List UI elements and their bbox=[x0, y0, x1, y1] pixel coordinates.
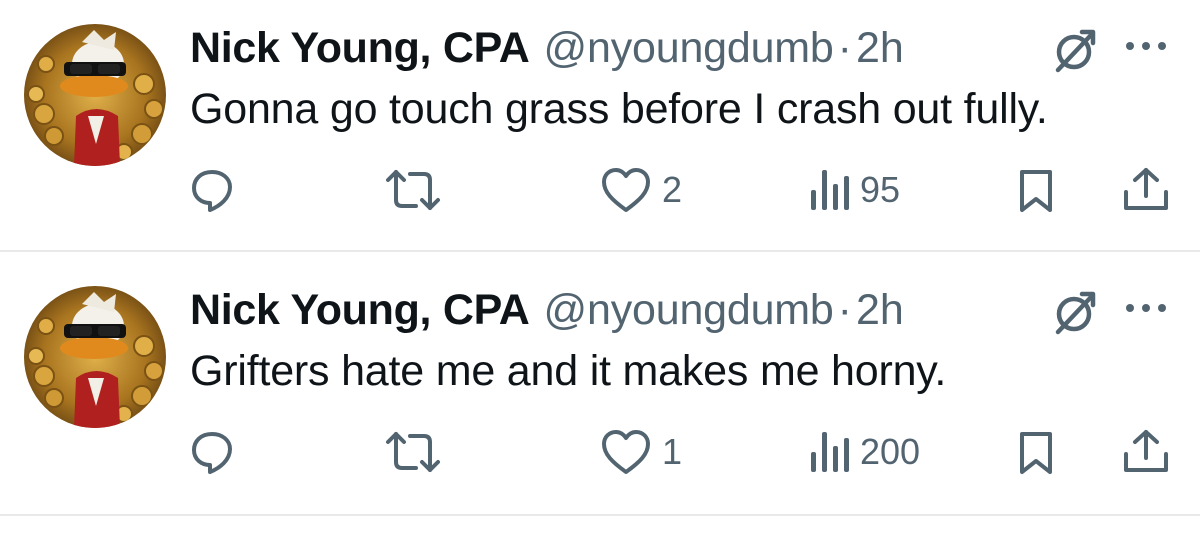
views-button[interactable]: 95 bbox=[808, 165, 900, 215]
grok-icon[interactable] bbox=[1048, 24, 1100, 76]
avatar[interactable] bbox=[24, 286, 166, 428]
bookmark-button[interactable] bbox=[1012, 427, 1060, 477]
repost-button[interactable] bbox=[384, 165, 442, 215]
reply-button[interactable] bbox=[188, 427, 236, 477]
view-count: 200 bbox=[860, 431, 921, 472]
reply-icon bbox=[188, 428, 236, 476]
share-button[interactable] bbox=[1120, 165, 1172, 215]
avatar[interactable] bbox=[24, 24, 166, 166]
share-icon bbox=[1120, 428, 1172, 476]
bookmark-icon bbox=[1012, 428, 1060, 476]
more-icon[interactable] bbox=[1120, 298, 1172, 318]
author-name[interactable]: Nick Young, CPA bbox=[190, 286, 530, 334]
more-icon[interactable] bbox=[1120, 36, 1172, 56]
repost-button[interactable] bbox=[384, 427, 442, 477]
views-icon bbox=[808, 428, 850, 476]
repost-icon bbox=[384, 428, 442, 476]
author-name[interactable]: Nick Young, CPA bbox=[190, 24, 530, 72]
separator-dot: · bbox=[837, 286, 852, 334]
like-count: 2 bbox=[662, 169, 683, 210]
tweet[interactable]: Nick Young, CPA @nyoungdumb·2h Gonna go t… bbox=[0, 0, 1200, 262]
grok-icon[interactable] bbox=[1048, 286, 1100, 338]
tweet-header: Nick Young, CPA @nyoungdumb·2h bbox=[190, 20, 904, 76]
tweet-text: Grifters hate me and it makes me horny. bbox=[190, 347, 947, 395]
divider bbox=[0, 514, 1200, 516]
timestamp[interactable]: 2h bbox=[856, 286, 904, 334]
reply-button[interactable] bbox=[188, 165, 236, 215]
share-icon bbox=[1120, 166, 1172, 214]
divider bbox=[0, 250, 1200, 252]
views-icon bbox=[808, 166, 850, 214]
like-button[interactable]: 1 bbox=[600, 427, 682, 477]
like-button[interactable]: 2 bbox=[600, 165, 682, 215]
heart-icon bbox=[600, 166, 652, 214]
tweet-header: Nick Young, CPA @nyoungdumb·2h bbox=[190, 282, 904, 338]
tweet[interactable]: Nick Young, CPA @nyoungdumb·2h Grifters h… bbox=[0, 262, 1200, 524]
author-handle[interactable]: @nyoungdumb bbox=[544, 24, 834, 72]
tweet-text: Gonna go touch grass before I crash out … bbox=[190, 85, 1048, 133]
heart-icon bbox=[600, 428, 652, 476]
author-handle[interactable]: @nyoungdumb bbox=[544, 286, 834, 334]
like-count: 1 bbox=[662, 431, 683, 472]
repost-icon bbox=[384, 166, 442, 214]
bookmark-button[interactable] bbox=[1012, 165, 1060, 215]
view-count: 95 bbox=[860, 169, 901, 210]
bookmark-icon bbox=[1012, 166, 1060, 214]
share-button[interactable] bbox=[1120, 427, 1172, 477]
reply-icon bbox=[188, 166, 236, 214]
timestamp[interactable]: 2h bbox=[856, 24, 904, 72]
views-button[interactable]: 200 bbox=[808, 427, 920, 477]
separator-dot: · bbox=[837, 24, 852, 72]
